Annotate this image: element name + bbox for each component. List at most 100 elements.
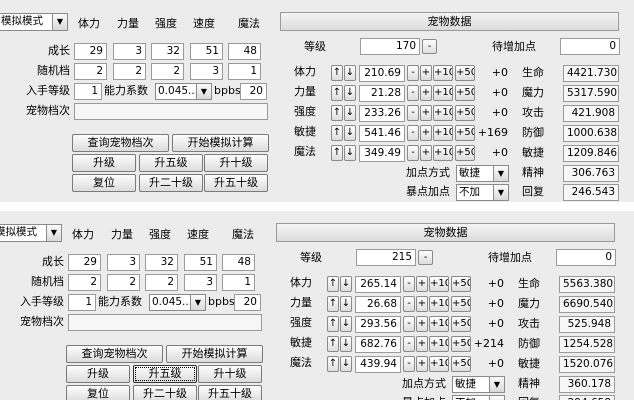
random-input[interactable]: 2 — [107, 274, 140, 291]
arrow-down-icon[interactable]: ↓ — [344, 85, 356, 101]
attr-value[interactable]: 682.76 — [355, 336, 401, 353]
attr-plus50-button[interactable]: +50 — [451, 296, 471, 312]
attr-plus10-button[interactable]: +10 — [433, 105, 453, 121]
bpbs-input[interactable]: 20 — [234, 294, 261, 311]
growth-input[interactable]: 29 — [68, 254, 101, 271]
pending-input[interactable]: 0 — [556, 249, 616, 266]
crit-select[interactable]: 不加▼ — [456, 184, 509, 201]
random-input[interactable]: 1 — [222, 274, 255, 291]
attr-value[interactable]: 21.28 — [359, 85, 405, 102]
up20-button[interactable]: 升二十级 — [139, 174, 203, 192]
attr-value[interactable]: 349.49 — [359, 145, 405, 162]
attr-plus50-button[interactable]: +50 — [455, 145, 475, 161]
attr-decrement-button[interactable]: - — [407, 65, 419, 81]
growth-input[interactable]: 48 — [228, 43, 261, 60]
attr-increment-button[interactable]: + — [420, 145, 432, 161]
up20-button[interactable]: 升二十级 — [133, 385, 197, 400]
arrow-up-icon[interactable]: ↑ — [327, 276, 339, 292]
arrow-down-icon[interactable]: ↓ — [340, 296, 352, 312]
arrow-up-icon[interactable]: ↑ — [331, 125, 343, 141]
up5-button[interactable]: 升五级 — [133, 365, 197, 383]
random-input[interactable]: 2 — [151, 63, 184, 80]
attr-increment-button[interactable]: + — [420, 105, 432, 121]
attr-plus10-button[interactable]: +10 — [429, 296, 449, 312]
attr-plus10-button[interactable]: +10 — [429, 276, 449, 292]
ability-select[interactable]: 0.045... ▼ — [155, 83, 212, 100]
attr-decrement-button[interactable]: - — [403, 336, 415, 352]
attr-value[interactable]: 210.69 — [359, 65, 405, 82]
pending-input[interactable]: 0 — [560, 38, 620, 55]
attr-decrement-button[interactable]: - — [407, 105, 419, 121]
attr-plus10-button[interactable]: +10 — [429, 336, 449, 352]
attr-value[interactable]: 541.46 — [359, 125, 405, 142]
growth-input[interactable]: 3 — [107, 254, 140, 271]
mode-select[interactable]: 模拟模式 ▼ — [0, 13, 68, 31]
attr-plus50-button[interactable]: +50 — [455, 65, 475, 81]
arrow-down-icon[interactable]: ↓ — [344, 105, 356, 121]
random-input[interactable]: 3 — [190, 63, 223, 80]
bpbs-input[interactable]: 20 — [240, 83, 267, 100]
attr-value[interactable]: 233.26 — [359, 105, 405, 122]
up10-button[interactable]: 升十级 — [204, 154, 268, 172]
attr-plus50-button[interactable]: +50 — [455, 105, 475, 121]
arrow-down-icon[interactable]: ↓ — [344, 125, 356, 141]
growth-input[interactable]: 29 — [74, 43, 107, 60]
query-button[interactable]: 查询宠物档次 — [66, 345, 163, 363]
attr-plus50-button[interactable]: +50 — [451, 276, 471, 292]
attr-plus10-button[interactable]: +10 — [429, 356, 449, 372]
growth-input[interactable]: 48 — [222, 254, 255, 271]
attr-plus50-button[interactable]: +50 — [451, 336, 471, 352]
random-input[interactable]: 2 — [74, 63, 107, 80]
attr-increment-button[interactable]: + — [416, 316, 428, 332]
query-button[interactable]: 查询宠物档次 — [72, 134, 169, 152]
reset-button[interactable]: 复位 — [66, 385, 130, 400]
arrow-up-icon[interactable]: ↑ — [327, 316, 339, 332]
up50-button[interactable]: 升五十级 — [198, 385, 262, 400]
add-mode-select[interactable]: 敏捷 ▼ — [456, 165, 509, 182]
attr-plus10-button[interactable]: +10 — [433, 85, 453, 101]
arrow-up-icon[interactable]: ↑ — [327, 336, 339, 352]
attr-decrement-button[interactable]: - — [403, 276, 415, 292]
up5-button[interactable]: 升五级 — [139, 154, 203, 172]
random-input[interactable]: 1 — [228, 63, 261, 80]
mode-select[interactable]: 模拟模式 ▼ — [0, 224, 62, 242]
growth-input[interactable]: 51 — [190, 43, 223, 60]
attr-plus50-button[interactable]: +50 — [455, 125, 475, 141]
level-decrement-button[interactable]: - — [422, 39, 437, 54]
attr-plus10-button[interactable]: +10 — [433, 125, 453, 141]
attr-value[interactable]: 293.56 — [355, 316, 401, 333]
attr-value[interactable]: 26.68 — [355, 296, 401, 313]
attr-decrement-button[interactable]: - — [403, 296, 415, 312]
attr-increment-button[interactable]: + — [416, 276, 428, 292]
random-input[interactable]: 3 — [184, 274, 217, 291]
attr-value[interactable]: 439.94 — [355, 356, 401, 373]
growth-input[interactable]: 32 — [151, 43, 184, 60]
growth-input[interactable]: 51 — [184, 254, 217, 271]
attr-decrement-button[interactable]: - — [403, 356, 415, 372]
up1-button[interactable]: 升级 — [66, 365, 130, 383]
attr-increment-button[interactable]: + — [420, 125, 432, 141]
arrow-down-icon[interactable]: ↓ — [344, 145, 356, 161]
up50-button[interactable]: 升五十级 — [204, 174, 268, 192]
reset-button[interactable]: 复位 — [72, 174, 136, 192]
arrow-up-icon[interactable]: ↑ — [331, 105, 343, 121]
attr-plus10-button[interactable]: +10 — [433, 65, 453, 81]
random-input[interactable]: 2 — [145, 274, 178, 291]
attr-plus50-button[interactable]: +50 — [451, 356, 471, 372]
growth-input[interactable]: 3 — [113, 43, 146, 60]
attr-plus10-button[interactable]: +10 — [433, 145, 453, 161]
arrow-up-icon[interactable]: ↑ — [327, 356, 339, 372]
attr-increment-button[interactable]: + — [420, 65, 432, 81]
level-input[interactable]: 215 — [356, 249, 416, 266]
attr-increment-button[interactable]: + — [420, 85, 432, 101]
arrow-up-icon[interactable]: ↑ — [327, 296, 339, 312]
arrow-up-icon[interactable]: ↑ — [331, 145, 343, 161]
attr-decrement-button[interactable]: - — [407, 145, 419, 161]
attr-increment-button[interactable]: + — [416, 336, 428, 352]
random-input[interactable]: 2 — [113, 63, 146, 80]
crit-select[interactable]: 不加▼ — [452, 395, 505, 400]
attr-value[interactable]: 265.14 — [355, 276, 401, 293]
start-button[interactable]: 开始模拟计算 — [166, 345, 263, 363]
attr-increment-button[interactable]: + — [416, 296, 428, 312]
add-mode-select[interactable]: 敏捷 ▼ — [452, 376, 505, 393]
